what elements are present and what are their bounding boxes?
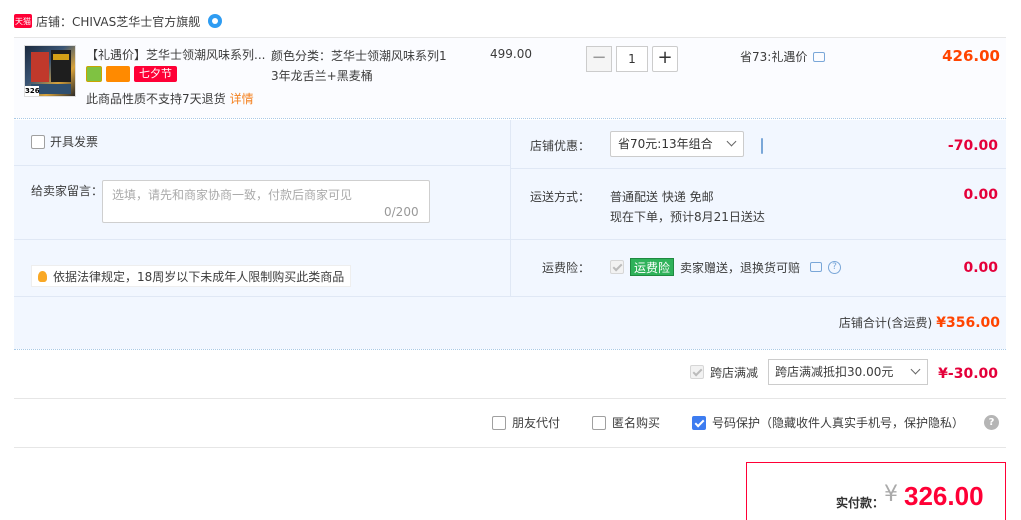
number-protect-option[interactable]: 号码保护（隐藏收件人真实手机号，保护隐私） — [692, 414, 964, 431]
friend-pay-checkbox[interactable] — [492, 415, 506, 430]
message-char-count: 0/200 — [384, 205, 419, 219]
divider — [14, 296, 1006, 297]
shipping-method: 普通配送 快递 免邮 — [610, 190, 714, 204]
friend-pay-option[interactable]: 朋友代付 — [492, 414, 560, 431]
invoice-option[interactable]: 开具发票 — [31, 133, 98, 150]
anonymous-label: 匿名购买 — [612, 416, 661, 430]
message-label: 给卖家留言： — [31, 184, 104, 198]
sku-info: 颜色分类：芝华士领潮风味系列1 3年龙舌兰+黑麦桶 — [271, 46, 461, 86]
divider — [510, 168, 1006, 169]
comment-icon[interactable] — [810, 262, 823, 272]
subtotal-label: 店铺合计(含运费) — [838, 316, 933, 330]
saving-text: 省73:礼遇价 — [740, 50, 808, 64]
shipping-insurance: 运费险 卖家赠送，退换货可赔 ? — [610, 258, 842, 276]
shipping-label: 运送方式： — [529, 190, 590, 204]
no-return-notice: 此商品性质不支持7天退货 详情 — [86, 90, 254, 107]
chevron-down-icon — [726, 136, 737, 147]
order-extra-options: 朋友代付 匿名购买 号码保护（隐藏收件人真实手机号，保护隐私） ? — [492, 414, 1000, 431]
divider — [14, 118, 1006, 119]
subtotal-amount: ¥356.00 — [936, 315, 1000, 331]
law-tip: 依据法律规定，18周岁以下未成年人限制购买此类商品 — [31, 265, 352, 287]
product-badges: 七夕节 — [86, 66, 177, 82]
divider — [14, 447, 1006, 448]
shop-name-link[interactable]: 店铺：CHIVAS芝华士官方旗舰 — [36, 13, 200, 30]
message-placeholder: 选填，请先和商家协商一致，付款后商家可见 — [112, 188, 353, 202]
divider — [14, 398, 1006, 399]
quantity-input[interactable]: 1 — [616, 46, 648, 72]
shop-promo-selected: 省70元:13年组合 — [618, 137, 713, 151]
shop-promo-select[interactable]: 省70元:13年组合 — [610, 131, 744, 157]
invoice-label: 开具发票 — [50, 135, 99, 149]
shop-promo-label: 店铺优惠： — [529, 139, 590, 153]
law-tip-text: 依据法律规定，18周岁以下未成年人限制购买此类商品 — [53, 269, 345, 284]
question-icon[interactable]: ? — [828, 260, 842, 274]
friend-pay-label: 朋友代付 — [512, 416, 561, 430]
number-protect-label: 号码保护（隐藏收件人真实手机号，保护隐私） — [712, 416, 965, 430]
insurance-tag: 运费险 — [630, 258, 675, 276]
shipping-eta: 现在下单，预计8月21日送达 — [610, 210, 765, 224]
cross-store-amount: ¥-30.00 — [938, 366, 998, 382]
item-total: 426.00 — [942, 47, 1000, 65]
insurance-checkbox — [610, 260, 624, 274]
shipping-amount: 0.00 — [963, 187, 998, 203]
payment-label: 实付款： — [836, 496, 885, 510]
shop-subtotal: 店铺合计(含运费) ¥356.00 — [700, 314, 1000, 331]
shop-header: 天猫 店铺：CHIVAS芝华士官方旗舰 — [14, 10, 223, 32]
lightbulb-icon — [38, 270, 47, 282]
payment-amount: 326.00 — [904, 481, 984, 511]
service-badge-icon — [86, 66, 102, 82]
saving-info: 省73:礼遇价 — [740, 48, 826, 65]
comment-icon[interactable] — [761, 138, 763, 154]
divider — [14, 349, 1006, 350]
quantity-stepper: − 1 + — [586, 46, 678, 72]
cross-store-checkbox — [690, 365, 704, 379]
details-link[interactable]: 详情 — [230, 92, 254, 106]
cross-store-label: 跨店满减 — [710, 365, 759, 380]
sku-line: 3年龙舌兰+黑麦桶 — [271, 69, 373, 83]
shipping-info: 普通配送 快递 免邮 现在下单，预计8月21日送达 — [610, 187, 765, 227]
invoice-checkbox[interactable] — [31, 134, 45, 149]
currency-symbol: ¥ — [884, 482, 898, 507]
sku-line: 颜色分类：芝华士领潮风味系列1 — [271, 49, 447, 63]
shop-promo-amount: -70.00 — [947, 138, 998, 154]
festival-badge: 七夕节 — [134, 66, 177, 82]
insurance-text: 卖家赠送，退换货可赔 — [680, 260, 801, 275]
unit-price: 499.00 — [490, 47, 532, 61]
insurance-label: 运费险： — [541, 261, 590, 275]
no-return-text: 此商品性质不支持7天退货 — [86, 92, 226, 106]
thumbnail-price-tag: 326 — [25, 86, 40, 96]
insurance-amount: 0.00 — [963, 260, 998, 276]
decrease-quantity-button[interactable]: − — [586, 46, 612, 72]
divider — [14, 239, 1006, 240]
anonymous-checkbox[interactable] — [592, 415, 607, 430]
number-protect-checkbox[interactable] — [692, 415, 707, 430]
divider — [14, 165, 510, 166]
anonymous-option[interactable]: 匿名购买 — [592, 414, 660, 431]
comment-icon[interactable] — [813, 51, 826, 62]
cross-store-selected: 跨店满减抵扣30.00元 — [775, 365, 894, 379]
tmall-logo-icon: 天猫 — [14, 14, 32, 28]
card-badge-icon — [106, 66, 130, 82]
wangwang-chat-icon[interactable] — [208, 14, 223, 28]
help-icon[interactable]: ? — [984, 415, 1000, 430]
increase-quantity-button[interactable]: + — [652, 46, 678, 72]
product-title-link[interactable]: 【礼遇价】芝华士领潮风味系列... — [86, 46, 266, 63]
